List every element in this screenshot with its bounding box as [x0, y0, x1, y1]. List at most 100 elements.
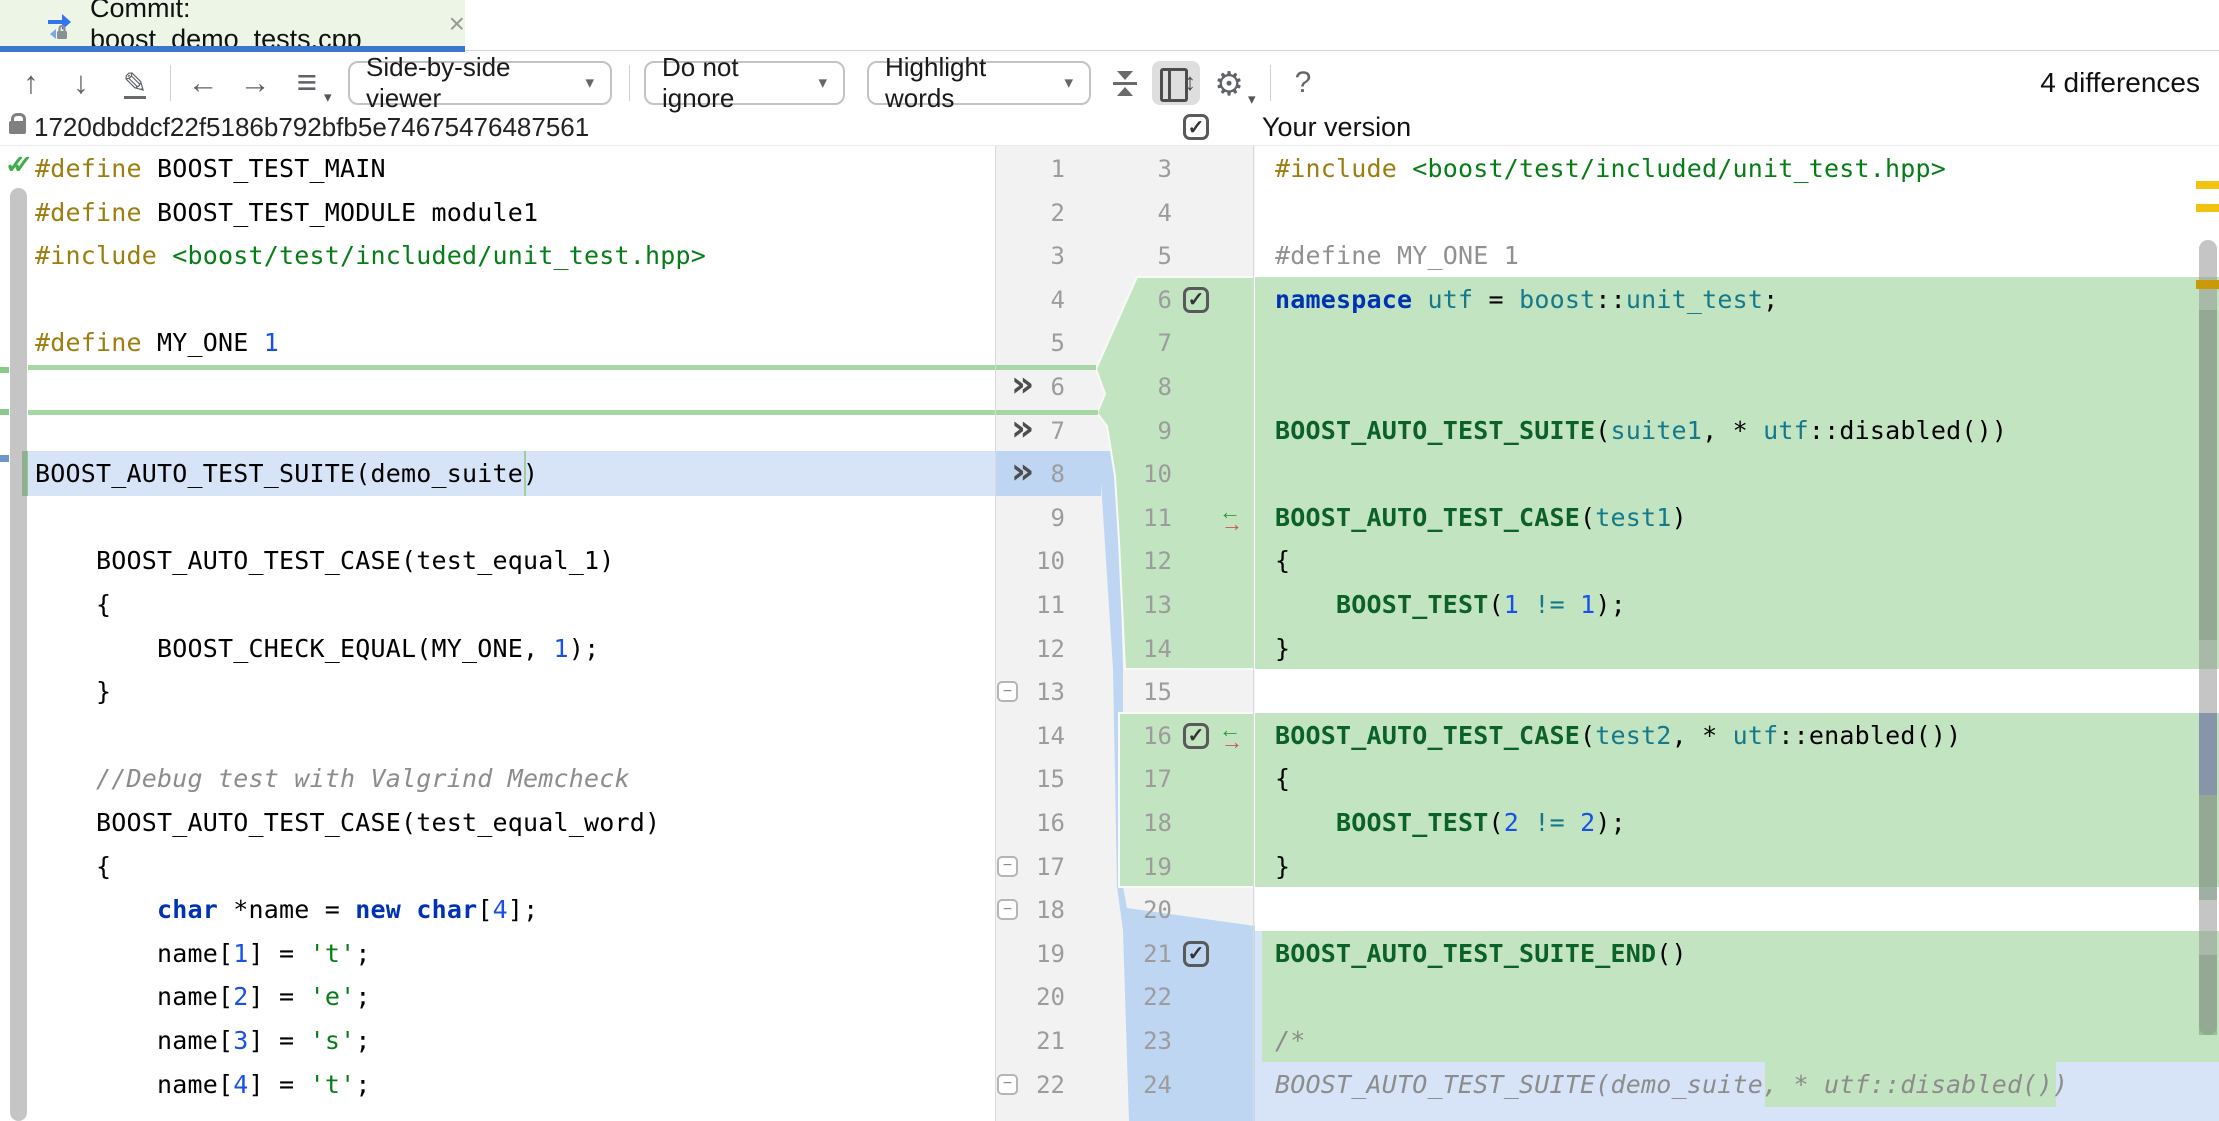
left-line-number: 21: [995, 1019, 1065, 1063]
left-code-line[interactable]: //Debug test with Valgrind Memcheck: [35, 757, 630, 801]
right-code-line[interactable]: BOOST_AUTO_TEST_SUITE_END(): [1275, 932, 1687, 976]
fold-region-marker[interactable]: −: [997, 1074, 1018, 1095]
right-code-line[interactable]: }: [1275, 845, 1290, 889]
tab-commit-file[interactable]: Commit: boost_demo_tests.cpp ×: [0, 0, 465, 47]
fold-region-marker[interactable]: −: [997, 899, 1018, 920]
code-segment-pln: (: [1580, 503, 1595, 532]
code-segment-str: 't': [310, 939, 356, 968]
include-change-checkbox[interactable]: ✓: [1183, 723, 1209, 749]
right-line-number: 10: [1095, 452, 1172, 496]
swap-resolve-arrows-icon[interactable]: ←→: [1219, 505, 1249, 535]
change-stripe-mark[interactable]: [0, 409, 9, 415]
next-difference-button[interactable]: ↓: [64, 52, 98, 114]
right-code-line[interactable]: BOOST_TEST(1 != 1);: [1275, 583, 1626, 627]
right-code-line[interactable]: BOOST_TEST(2 != 2);: [1275, 801, 1626, 845]
fold-region-marker[interactable]: −: [997, 681, 1018, 702]
warning-stripe-mark[interactable]: [2196, 181, 2219, 189]
include-all-checkbox[interactable]: ✓: [1183, 114, 1209, 140]
code-segment-pln: }: [35, 677, 111, 706]
left-code-line[interactable]: name[1] = 't';: [35, 932, 371, 976]
left-code-line[interactable]: #define BOOST_TEST_MODULE module1: [35, 191, 538, 235]
left-scrollbar-thumb[interactable]: [10, 188, 27, 1121]
code-segment-pln: {: [35, 852, 111, 881]
code-segment-pln: ;: [355, 1026, 370, 1055]
left-code-line[interactable]: {: [35, 845, 111, 889]
left-code-line[interactable]: name[2] = 'e';: [35, 975, 371, 1019]
code-segment-pln: ::disabled()): [1809, 416, 2007, 445]
diff-editor-area: ✓✓ #define BOOST_TEST_MAIN#define BOOST_…: [0, 146, 2219, 1121]
right-code-line[interactable]: }: [1275, 627, 1290, 671]
edit-source-icon[interactable]: ✎: [118, 52, 152, 114]
next-change-button[interactable]: →: [238, 52, 272, 114]
left-code-line[interactable]: {: [35, 583, 111, 627]
previous-difference-button[interactable]: ↑: [14, 52, 48, 114]
right-line-number: 18: [1095, 801, 1172, 845]
viewer-mode-label: Side-by-side viewer: [366, 52, 571, 114]
left-code-line[interactable]: name[4] = 't';: [35, 1063, 371, 1107]
include-change-checkbox[interactable]: ✓: [1183, 941, 1209, 967]
left-code-line[interactable]: BOOST_AUTO_TEST_CASE(test_equal_1): [35, 539, 615, 583]
code-segment-pln: BOOST_AUTO_TEST_CASE(test_equal_word): [35, 808, 660, 837]
warning-stripe-mark[interactable]: [2196, 280, 2219, 289]
change-stripe-mark[interactable]: [0, 367, 9, 373]
left-line-number: 2: [995, 191, 1065, 235]
right-line-number: 11: [1095, 496, 1172, 540]
previous-change-button[interactable]: ←: [186, 52, 220, 114]
code-segment-dir: #define: [35, 198, 157, 227]
left-code-line[interactable]: #define BOOST_TEST_MAIN: [35, 147, 386, 191]
sync-scroll-arrow-icon: ↕: [1184, 69, 1196, 97]
tab-close-icon[interactable]: ×: [449, 10, 465, 38]
fold-region-marker[interactable]: −: [997, 856, 1018, 877]
right-line-number: 13: [1095, 583, 1172, 627]
compare-menu-icon[interactable]: ≡: [290, 52, 324, 114]
left-code-line[interactable]: name[3] = 's';: [35, 1019, 371, 1063]
code-segment-cmt: //Debug test with Valgrind Memcheck: [35, 764, 630, 793]
right-code-line[interactable]: #include <boost/test/included/unit_test.…: [1275, 147, 1946, 191]
apply-change-chevron-icon[interactable]: »: [1011, 409, 1034, 453]
swap-resolve-arrows-icon[interactable]: ←→: [1219, 723, 1249, 753]
help-icon[interactable]: ?: [1286, 52, 1320, 114]
code-segment-str: <boost/test/included/unit_test.hpp>: [1412, 154, 1946, 183]
right-code-line[interactable]: BOOST_AUTO_TEST_SUITE(demo_suite, * utf:…: [1275, 1063, 2068, 1107]
include-change-checkbox[interactable]: ✓: [1183, 287, 1209, 313]
right-code-line[interactable]: /*: [1275, 1019, 1306, 1063]
right-scrollbar-thumb[interactable]: [2199, 240, 2217, 1035]
code-segment-pln: );: [1595, 808, 1626, 837]
right-code-line[interactable]: namespace utf = boost::unit_test;: [1275, 278, 1778, 322]
code-segment-pln: ::: [1595, 285, 1626, 314]
right-code-line[interactable]: BOOST_AUTO_TEST_CASE(test1): [1275, 496, 1687, 540]
toolbar-separator: [629, 65, 630, 101]
left-code-line[interactable]: char *name = new char[4];: [35, 888, 538, 932]
code-segment-pln: ] =: [249, 1070, 310, 1099]
code-segment-str: 't': [310, 1070, 356, 1099]
change-stripe-mark[interactable]: [0, 455, 9, 462]
code-segment-pln: (: [1489, 808, 1504, 837]
ignore-policy-dropdown[interactable]: Do not ignore ▾: [644, 61, 845, 105]
viewer-mode-dropdown[interactable]: Side-by-side viewer ▾: [348, 61, 612, 105]
diff-viewer-window: Commit: boost_demo_tests.cpp × ↑ ↓ ✎ ← →…: [0, 0, 2219, 1121]
warning-stripe-mark[interactable]: [2196, 204, 2219, 212]
left-code-line[interactable]: BOOST_AUTO_TEST_CASE(test_equal_word): [35, 801, 660, 845]
left-code-line[interactable]: }: [35, 670, 111, 714]
left-code-line[interactable]: BOOST_CHECK_EQUAL(MY_ONE, 1);: [35, 627, 599, 671]
right-code-line[interactable]: {: [1275, 539, 1290, 583]
collapse-unchanged-icon[interactable]: [1112, 67, 1138, 99]
gear-icon[interactable]: ⚙: [1212, 52, 1246, 114]
left-code-line[interactable]: #include <boost/test/included/unit_test.…: [35, 234, 706, 278]
left-code-line[interactable]: BOOST_AUTO_TEST_SUITE(demo_suite): [35, 452, 538, 496]
left-line-number: 11: [995, 583, 1065, 627]
code-segment-idt: test2: [1595, 721, 1671, 750]
left-code-line[interactable]: #define MY_ONE 1: [35, 321, 279, 365]
apply-change-chevron-icon[interactable]: »: [1011, 452, 1034, 496]
right-code-line[interactable]: {: [1275, 757, 1290, 801]
code-segment-pln: BOOST_TEST_MODULE module1: [157, 198, 538, 227]
code-segment-num: 3: [233, 1026, 248, 1055]
right-code-line[interactable]: BOOST_AUTO_TEST_SUITE(suite1, * utf::dis…: [1275, 409, 2007, 453]
code-segment-dir: #define: [35, 154, 157, 183]
right-code-line[interactable]: BOOST_AUTO_TEST_CASE(test2, * utf::enabl…: [1275, 714, 1961, 758]
right-code-line[interactable]: #define MY_ONE 1: [1275, 234, 1519, 278]
code-segment-pln: =: [1473, 285, 1519, 314]
apply-change-chevron-icon[interactable]: »: [1011, 365, 1034, 409]
code-segment-pln: ::enabled()): [1778, 721, 1961, 750]
highlight-policy-dropdown[interactable]: Highlight words ▾: [867, 61, 1091, 105]
